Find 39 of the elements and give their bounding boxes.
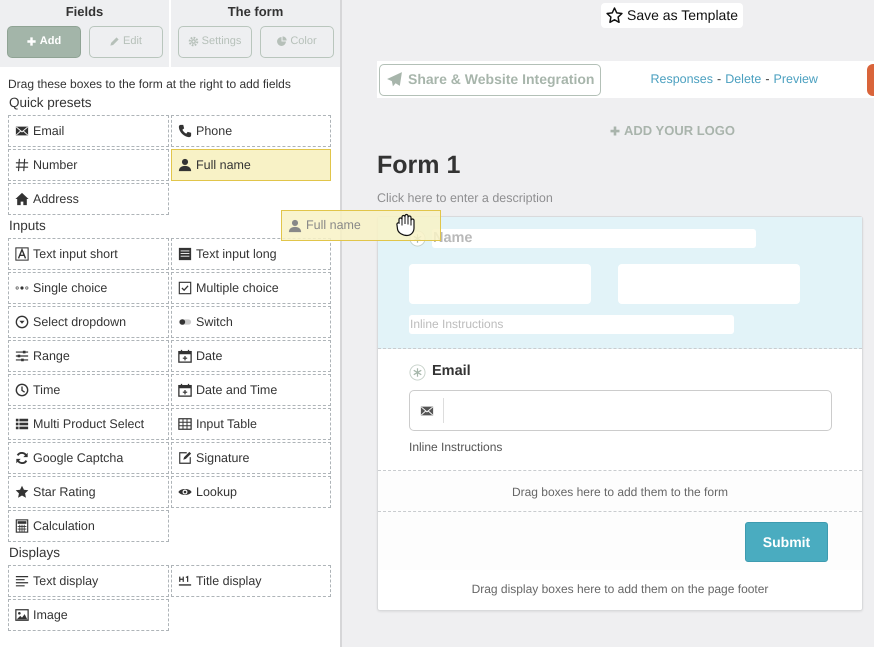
field-box[interactable]: Full name — [171, 149, 331, 181]
field-box[interactable]: Date — [171, 340, 331, 372]
panel-heading: Fields — [66, 3, 104, 21]
field-box[interactable]: Switch — [171, 306, 331, 338]
section-heading: Quick presets — [9, 94, 92, 111]
footer-drop-hint: Drag display boxes here to add them on the page footer — [470, 581, 770, 598]
field-box[interactable]: Calculation — [8, 510, 169, 542]
section-heading: Inputs — [9, 217, 46, 234]
field-box[interactable]: Input Table — [171, 408, 331, 440]
field-box[interactable]: Image — [8, 599, 169, 631]
drop-zone-hint: Drag boxes here to add them to the form — [378, 471, 862, 512]
field-box[interactable]: Single choice — [8, 272, 169, 304]
field-box[interactable]: Email — [8, 115, 169, 147]
field-box[interactable]: Lookup — [171, 476, 331, 508]
panel-heading: The form — [228, 3, 284, 21]
section-heading: Displays — [9, 544, 60, 561]
field-box[interactable]: Phone — [171, 115, 331, 147]
field-label: Email — [432, 362, 471, 382]
field-box[interactable]: Text input long — [171, 238, 331, 270]
save-template-button[interactable]: Save as Template — [600, 3, 744, 28]
field-box[interactable]: Text input short — [8, 238, 169, 270]
field-box[interactable]: Date and Time — [171, 374, 331, 406]
field-box[interactable]: Multi Product Select — [8, 408, 169, 440]
link-separator: - — [717, 71, 722, 88]
field-box[interactable]: Text display — [8, 565, 169, 597]
field-box[interactable]: Range — [8, 340, 169, 372]
field-box[interactable]: Time — [8, 374, 169, 406]
field-box[interactable]: Address — [8, 183, 169, 215]
field-box[interactable]: Title display — [171, 565, 331, 597]
field-box[interactable]: Signature — [171, 442, 331, 474]
link-separator: - — [765, 71, 770, 88]
instructions-text: Inline Instructions — [409, 439, 504, 456]
field-box[interactable]: Star Rating — [8, 476, 169, 508]
field-box[interactable]: Select dropdown — [8, 306, 169, 338]
form-title[interactable]: Form 1 — [377, 148, 874, 180]
instruction-text: Drag these boxes to the form at the right to add fields — [8, 76, 292, 93]
field-box[interactable]: Multiple choice — [171, 272, 331, 304]
field-box[interactable]: Google Captcha — [8, 442, 169, 474]
field-box[interactable]: Number — [8, 149, 169, 181]
